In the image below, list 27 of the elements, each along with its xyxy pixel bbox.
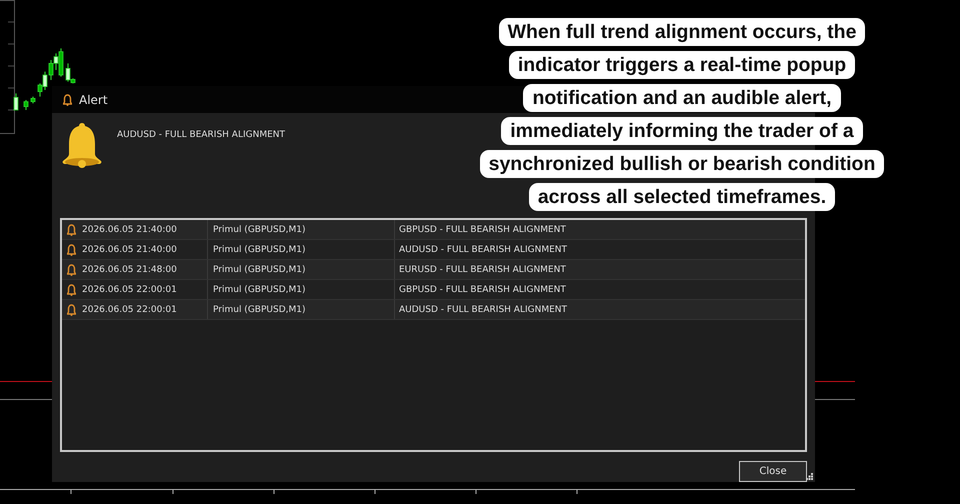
- resize-grip-icon[interactable]: [806, 473, 813, 480]
- table-cell-text: GBPUSD - FULL BEARISH ALIGNMENT: [398, 284, 566, 297]
- table-cell-text: GBPUSD - FULL BEARISH ALIGNMENT: [398, 224, 566, 237]
- table-cell: 2026.06.05 21:40:00: [82, 224, 177, 235]
- table-cell: 2026.06.05 22:00:01: [82, 304, 177, 315]
- table-cell: 2026.06.05 21:40:00: [82, 244, 177, 255]
- candlestick-drawing: [14, 48, 76, 110]
- close-button[interactable]: Close: [739, 461, 807, 482]
- table-cell: Primul (GBPUSD,M1): [208, 220, 395, 240]
- table-cell-text: AUDUSD - FULL BEARISH ALIGNMENT: [398, 244, 568, 257]
- table-cell: Primul (GBPUSD,M1): [208, 280, 395, 300]
- table-cell: 2026.06.05 21:48:00: [82, 264, 177, 275]
- bell-icon: [62, 121, 102, 170]
- table-cell-text: EURUSD - FULL BEARISH ALIGNMENT: [398, 264, 566, 277]
- bell-icon: [67, 224, 76, 236]
- bell-icon: [67, 244, 76, 256]
- window-title: Alert: [79, 92, 108, 107]
- table-cell: Primul (GBPUSD,M1): [208, 260, 395, 280]
- table-cell: Primul (GBPUSD,M1): [208, 300, 395, 320]
- table-cell: 2026.06.05 22:00:01: [82, 284, 177, 295]
- table-cell: Primul (GBPUSD,M1): [208, 240, 395, 260]
- table-cell-text: AUDUSD - FULL BEARISH ALIGNMENT: [398, 304, 568, 317]
- bell-icon: [63, 94, 72, 106]
- bell-icon: [67, 264, 76, 276]
- bell-icon: [67, 284, 76, 296]
- alert-message: AUDUSD - FULL BEARISH ALIGNMENT: [117, 130, 286, 142]
- bell-icon: [67, 304, 76, 316]
